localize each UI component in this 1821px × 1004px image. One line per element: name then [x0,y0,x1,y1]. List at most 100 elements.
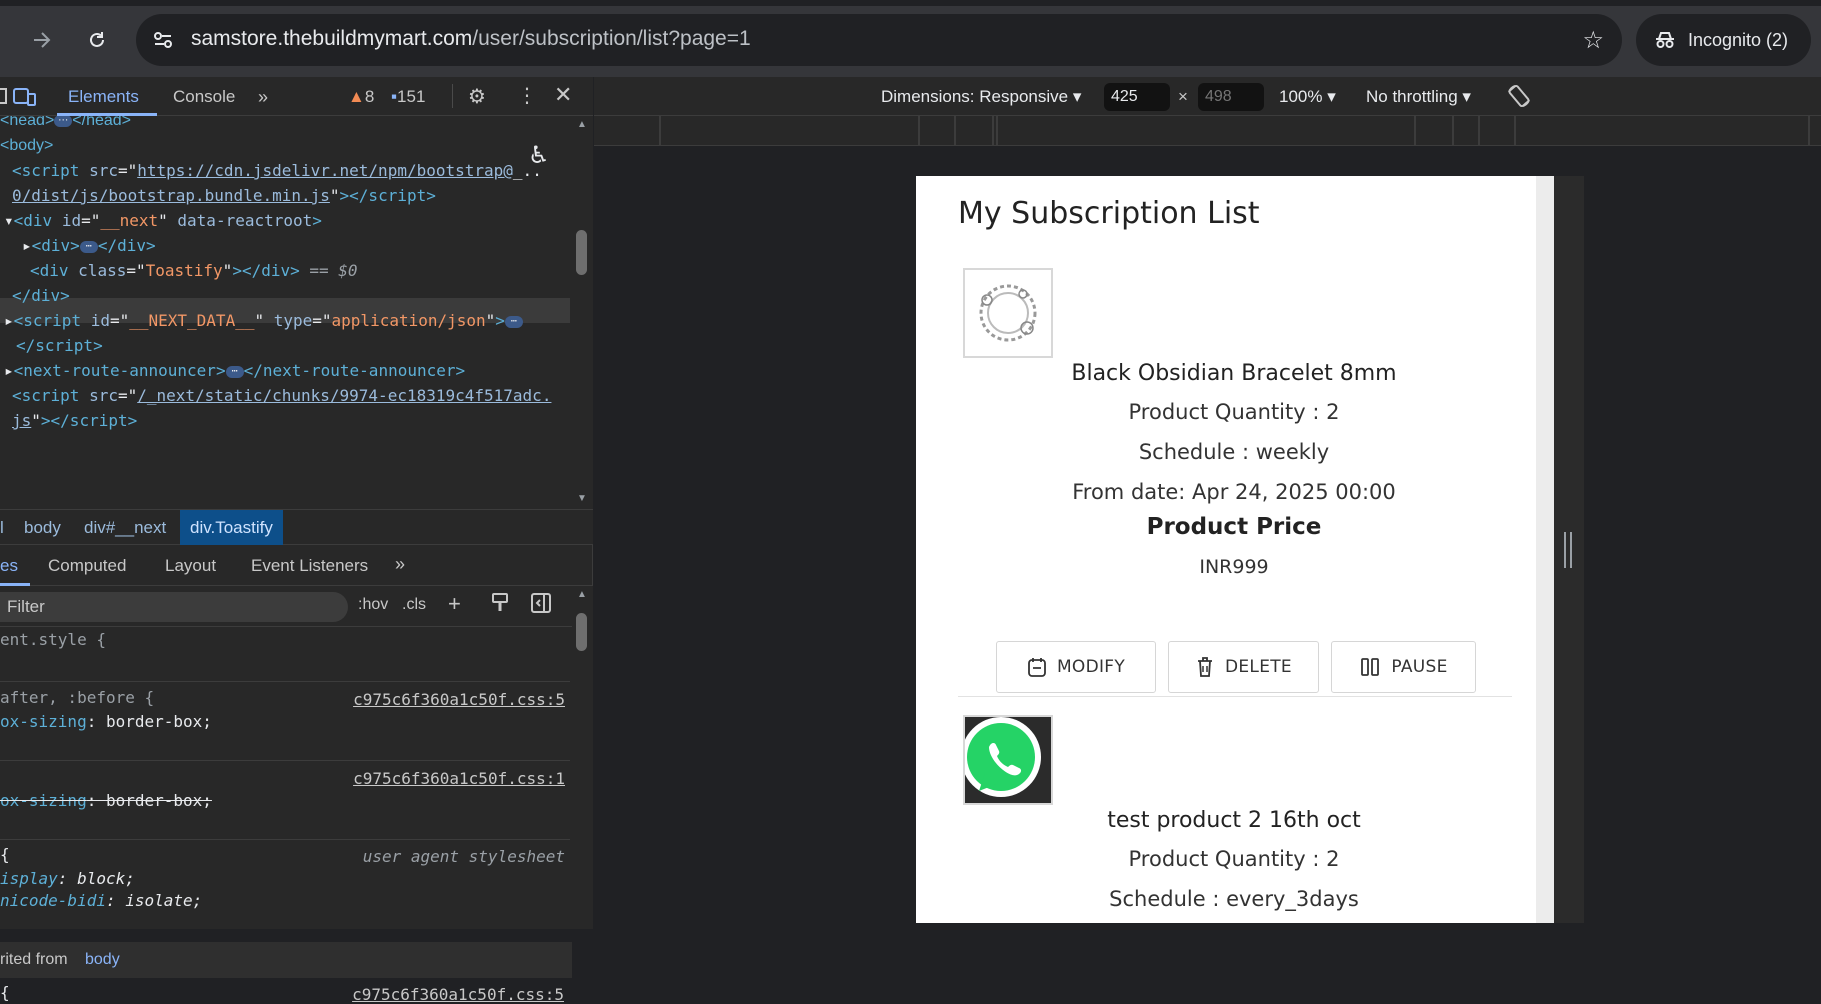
media-query-marker[interactable] [1808,116,1810,146]
bookmark-star-icon[interactable]: ☆ [1582,26,1604,55]
media-query-marker[interactable] [1514,116,1516,146]
width-input[interactable]: 425 [1104,83,1170,111]
more-tabs-icon[interactable]: » [395,554,405,575]
styles-filter-row: Filter :hov .cls + [0,586,572,627]
product-image[interactable] [961,715,1053,805]
accessibility-icon[interactable]: ♿ [528,143,550,169]
media-query-marker[interactable] [996,116,998,146]
element-style-selector[interactable]: ent.style { [0,630,106,649]
media-query-marker[interactable] [659,116,661,146]
whatsapp-logo-icon [961,717,1051,803]
more-options-icon[interactable]: ⋮ [517,83,537,108]
pause-button[interactable]: PAUSE [1331,641,1476,693]
css-declaration-overridden[interactable]: ox-sizing: border-box; [0,791,212,810]
tab-console[interactable]: Console [173,87,235,107]
rule-source-link[interactable]: c975c6f360a1c50f.css:5 [353,690,565,709]
styles-scroll-thumb[interactable] [576,613,587,651]
messages-counter[interactable]: ▪151 [391,87,425,107]
css-declaration[interactable]: ox-sizing: border-box; [0,712,212,731]
cls-toggle[interactable]: .cls [402,596,426,614]
media-query-marker[interactable] [918,116,920,146]
dom-node-script-chunk[interactable]: <script src="/_next/static/chunks/9974-e… [12,383,551,409]
breadcrumb-div-toastify[interactable]: div.Toastify [180,510,283,545]
hov-toggle[interactable]: :hov [358,596,388,614]
scroll-up-icon[interactable]: ▲ [577,119,587,130]
tab-layout[interactable]: Layout [165,556,216,576]
ellipsis-badge[interactable]: ⋯ [79,240,98,253]
zoom-dropdown[interactable]: 100% ▾ [1279,87,1336,107]
dom-node-div-next[interactable]: ▾<div id="__next" data-reactroot> [4,208,322,234]
styles-filter-input[interactable]: Filter [0,592,348,622]
new-rule-plus-icon[interactable]: + [448,591,461,617]
dom-node-head[interactable]: <head> ⋯ </head> [0,116,131,134]
reload-icon[interactable] [81,24,113,56]
dom-node-body[interactable]: <body> [0,133,53,159]
close-devtools-icon[interactable]: ✕ [554,82,572,108]
height-input[interactable]: 498 [1198,83,1264,111]
media-query-marker[interactable] [954,116,956,146]
incognito-icon [1656,32,1674,48]
dom-node-toastify[interactable]: <div class="Toastify"></div> == $0 [30,258,358,284]
tab-event-listeners[interactable]: Event Listeners [251,556,368,576]
more-tabs-icon[interactable]: » [258,87,268,108]
rule-selector[interactable]: { [0,845,10,864]
dom-node-next-data[interactable]: ▸<script id="__NEXT_DATA__" type="applic… [4,308,523,334]
page-scrollbar[interactable] [1536,176,1554,923]
css-declaration[interactable]: isplay: block; [0,869,135,888]
devtools-toolbar: Elements Console » ▲8 ▪151 ⚙ ⋮ ✕ [0,77,593,116]
ellipsis-badge[interactable]: ⋯ [54,116,73,127]
address-bar[interactable]: samstore.thebuildmymart.com/user/subscri… [136,14,1622,66]
forward-icon[interactable] [26,24,58,56]
tab-styles[interactable]: es [0,556,18,576]
media-query-marker[interactable] [1478,116,1480,146]
paint-brush-icon[interactable] [490,592,510,619]
tab-computed[interactable]: Computed [48,556,126,576]
tab-elements[interactable]: Elements [68,87,139,107]
scroll-up-icon[interactable]: ▲ [577,589,587,600]
device-toggle-icon[interactable] [12,86,38,113]
product-name: test product 2 16th oct [1107,808,1361,833]
url-text[interactable]: samstore.thebuildmymart.com/user/subscri… [191,27,751,51]
dom-tree-scrollbar[interactable]: ▲ ▼ [572,116,593,509]
pause-icon [1361,658,1380,676]
product-image[interactable] [963,268,1053,358]
throttling-dropdown[interactable]: No throttling ▾ [1366,87,1471,107]
rotate-icon[interactable] [1506,83,1532,114]
dom-node-div-child[interactable]: ▸<div> ⋯ </div> [22,233,156,259]
product-price: INR999 [1199,556,1269,578]
rule-selector[interactable]: after, :before { [0,688,154,707]
rule-selector[interactable]: { [0,983,10,1002]
breadcrumb-html[interactable]: l [0,518,4,538]
ellipsis-badge[interactable]: ⋯ [504,315,523,328]
inspect-element-icon[interactable] [0,87,8,112]
media-query-marker[interactable] [992,116,994,146]
sidebar-toggle-icon[interactable] [530,592,552,619]
scroll-down-icon[interactable]: ▼ [577,493,587,504]
device-toolbar: Dimensions: Responsive ▾ 425 × 498 100% … [594,77,1821,116]
warnings-counter[interactable]: ▲8 [348,87,374,107]
dom-node-route-announcer[interactable]: ▸<next-route-announcer> ⋯ </next-route-ann… [4,358,465,384]
dimensions-dropdown[interactable]: Dimensions: Responsive ▾ [881,87,1081,107]
delete-button[interactable]: DELETE [1168,641,1319,693]
incognito-button[interactable]: Incognito (2) [1636,14,1811,66]
rule-source-link[interactable]: c975c6f360a1c50f.css:5 [352,985,564,1004]
dom-tree-scroll-thumb[interactable] [576,230,587,275]
user-agent-stylesheet-label: user agent stylesheet [362,847,565,866]
media-query-bar [594,116,1821,146]
breadcrumb-div-next[interactable]: div#__next [84,518,166,538]
media-query-marker[interactable] [1452,116,1454,146]
ellipsis-badge[interactable]: ⋯ [225,365,244,378]
media-query-marker[interactable] [1414,116,1416,146]
inherited-element-link[interactable]: body [85,951,120,969]
breadcrumb-body[interactable]: body [24,518,61,538]
css-declaration[interactable]: nicode-bidi: isolate; [0,891,202,910]
product-name: Black Obsidian Bracelet 8mm [1071,361,1397,386]
resize-grip-icon[interactable] [1564,532,1572,568]
site-info-icon[interactable] [150,27,176,53]
rule-source-link[interactable]: c975c6f360a1c50f.css:1 [353,769,565,788]
dom-node-script-bootstrap[interactable]: <script src="https://cdn.jsdelivr.net/np… [12,158,542,184]
dom-node-div-close: </div> [12,286,70,305]
settings-gear-icon[interactable]: ⚙ [468,84,486,109]
modify-button[interactable]: MODIFY [996,641,1156,693]
tab-strip [0,0,1821,6]
